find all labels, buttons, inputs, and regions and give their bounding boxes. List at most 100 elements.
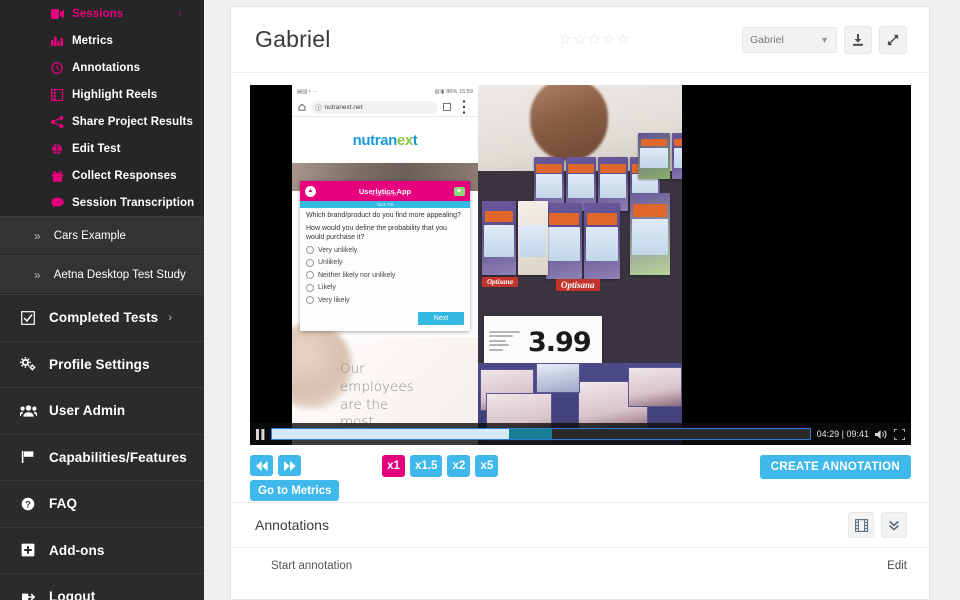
radio-icon[interactable] <box>306 258 314 267</box>
page-title: Gabriel <box>255 26 331 52</box>
userlytics-overlay-panel: ▲ Userlytics App 4:30 / 45:00 ▶ Task 7/9… <box>300 181 470 331</box>
overlay-header: ▲ Userlytics App 4:30 / 45:00 ▶ <box>300 181 470 201</box>
sidebar-item-annotations[interactable]: Annotations <box>0 54 204 81</box>
video-camera-icon <box>49 7 65 21</box>
sidebar-item-collect-responses[interactable]: Collect Responses <box>0 162 204 189</box>
sidebar-item-label: Share Project Results <box>72 115 193 128</box>
star-icon[interactable]: ☆ <box>602 32 615 47</box>
rewind-button[interactable] <box>250 455 273 476</box>
url-field[interactable]: ⓘ nutranext.net <box>311 100 438 114</box>
filmstrip-button[interactable] <box>848 512 874 538</box>
sidebar-item-add-ons[interactable]: Add-ons <box>0 526 204 573</box>
signal-icon: ▨⁞▮ <box>434 88 445 95</box>
volume-button[interactable] <box>875 429 888 440</box>
question-icon: ? <box>16 497 40 511</box>
star-icon[interactable]: ☆ <box>587 32 600 47</box>
overlay-option-label: Very unlikely <box>318 246 358 254</box>
radio-icon[interactable] <box>306 296 314 305</box>
annotation-text: Start annotation <box>271 560 353 572</box>
star-icon[interactable]: ☆ <box>616 32 629 47</box>
chevron-double-right-icon: » <box>34 228 41 243</box>
overlay-next-button[interactable]: Next <box>418 311 464 325</box>
sidebar-item-completed-tests[interactable]: Completed Tests › <box>0 294 204 341</box>
rating-stars[interactable]: ☆ ☆ ☆ ☆ ☆ <box>559 32 630 47</box>
chevron-double-right-icon: » <box>34 267 41 282</box>
star-icon[interactable]: ☆ <box>573 32 586 47</box>
sidebar-item-session-transcription[interactable]: Session Transcription <box>0 189 204 216</box>
radio-icon[interactable] <box>306 271 314 280</box>
overlay-question-1: Which brand/product do you find more app… <box>306 212 461 219</box>
speed-button-x15[interactable]: x1.5 <box>410 455 443 477</box>
shelf-box-row-mid-right <box>630 193 670 275</box>
url-text: nutranext.net <box>324 103 363 111</box>
overlay-option[interactable]: Very unlikely <box>306 246 464 255</box>
speed-button-x2[interactable]: x2 <box>447 455 471 477</box>
status-right: ▨⁞▮ 86% 15:59 <box>434 89 473 95</box>
video-player[interactable]: ▤▥◔ ··· ▨⁞▮ 86% 15:59 ⓘ nutranext.net ⋮ … <box>250 85 911 445</box>
create-annotation-button[interactable]: CREATE ANNOTATION <box>759 455 911 479</box>
sidebar-item-profile-settings[interactable]: Profile Settings <box>0 340 204 387</box>
sidebar-item-capabilities-features[interactable]: Capabilities/Features <box>0 433 204 480</box>
star-icon[interactable]: ☆ <box>559 32 572 47</box>
sidebar-item-label: FAQ <box>49 496 78 512</box>
speed-button-x5[interactable]: x5 <box>475 455 499 477</box>
expand-button[interactable] <box>879 25 907 54</box>
radio-icon[interactable] <box>306 246 314 255</box>
speed-button-x1[interactable]: x1 <box>382 455 405 477</box>
sidebar-item-label: Highlight Reels <box>72 88 158 101</box>
sidebar-item-edit-test[interactable]: Edit Test <box>0 135 204 162</box>
sidebar-item-highlight-reels[interactable]: Highlight Reels <box>0 81 204 108</box>
download-button[interactable] <box>844 25 872 54</box>
collapse-button[interactable] <box>881 512 907 538</box>
overlay-option[interactable]: Very likely <box>306 296 464 305</box>
sidebar-item-share-project-results[interactable]: Share Project Results <box>0 108 204 135</box>
progress-bar[interactable] <box>271 428 811 440</box>
brand-text: nutranext <box>353 132 418 149</box>
player-controls-bar: 04:29 | 09:41 <box>250 423 911 445</box>
sidebar-item-user-admin[interactable]: User Admin <box>0 387 204 434</box>
sidebar-item-sessions[interactable]: Sessions › <box>0 0 204 27</box>
menu-icon[interactable]: ⋮ <box>456 97 472 117</box>
price-tag-lines <box>484 330 528 354</box>
fullscreen-button[interactable] <box>894 428 905 440</box>
brand-part-3: t <box>412 131 418 149</box>
participant-select[interactable]: Gabriel ▼ <box>742 26 837 53</box>
reel-icon <box>49 88 65 102</box>
sidebar-item-label: Session Transcription <box>72 196 195 209</box>
sidebar-item-label: Completed Tests <box>49 310 159 326</box>
current-time: 04:29 <box>816 429 840 439</box>
duration: 09:41 <box>846 429 869 439</box>
product-box <box>628 367 682 407</box>
annotation-row[interactable]: Start annotation Edit <box>231 548 929 572</box>
shelf-box-row-left <box>482 201 548 275</box>
chevron-right-icon: › <box>168 311 172 324</box>
nutranext-logo: nutranext <box>292 117 478 163</box>
app-root: Sessions › Metrics Annotations Highlight… <box>0 0 960 600</box>
pause-button[interactable] <box>256 428 265 440</box>
sidebar-project-aetna-desktop-test-study[interactable]: » Aetna Desktop Test Study <box>0 255 204 294</box>
fast-forward-button[interactable] <box>278 455 301 476</box>
sidebar-item-logout[interactable]: Logout <box>0 573 204 600</box>
brand-part-2: ex <box>396 131 413 149</box>
annotation-edit-link[interactable]: Edit <box>887 560 907 572</box>
overlay-option[interactable]: Unlikely <box>306 258 464 267</box>
flag-icon <box>16 450 40 464</box>
gears-icon <box>16 357 40 371</box>
price-tag: 3.99 <box>484 316 602 368</box>
overlay-option[interactable]: Likely <box>306 283 464 292</box>
sidebar-item-faq[interactable]: ? FAQ <box>0 480 204 527</box>
comment-icon <box>49 196 65 210</box>
overlay-option[interactable]: Neither likely nor unlikely <box>306 271 464 280</box>
time-display: 04:29 | 09:41 <box>817 429 869 439</box>
status-time: 15:59 <box>459 88 473 95</box>
sidebar-project-cars-example[interactable]: » Cars Example <box>0 216 204 255</box>
sidebar-item-metrics[interactable]: Metrics <box>0 27 204 54</box>
overlay-option-label: Neither likely nor unlikely <box>318 271 396 279</box>
sidebar-project-label: Aetna Desktop Test Study <box>53 268 186 281</box>
mobile-address-bar[interactable]: ⓘ nutranext.net ⋮ <box>292 98 478 117</box>
annotations-title: Annotations <box>255 517 329 533</box>
status-left-icons: ▤▥◔ ··· <box>297 88 318 95</box>
annotations-header: Annotations <box>231 502 929 548</box>
go-to-metrics-button[interactable]: Go to Metrics <box>250 480 340 501</box>
radio-icon[interactable] <box>306 283 314 292</box>
